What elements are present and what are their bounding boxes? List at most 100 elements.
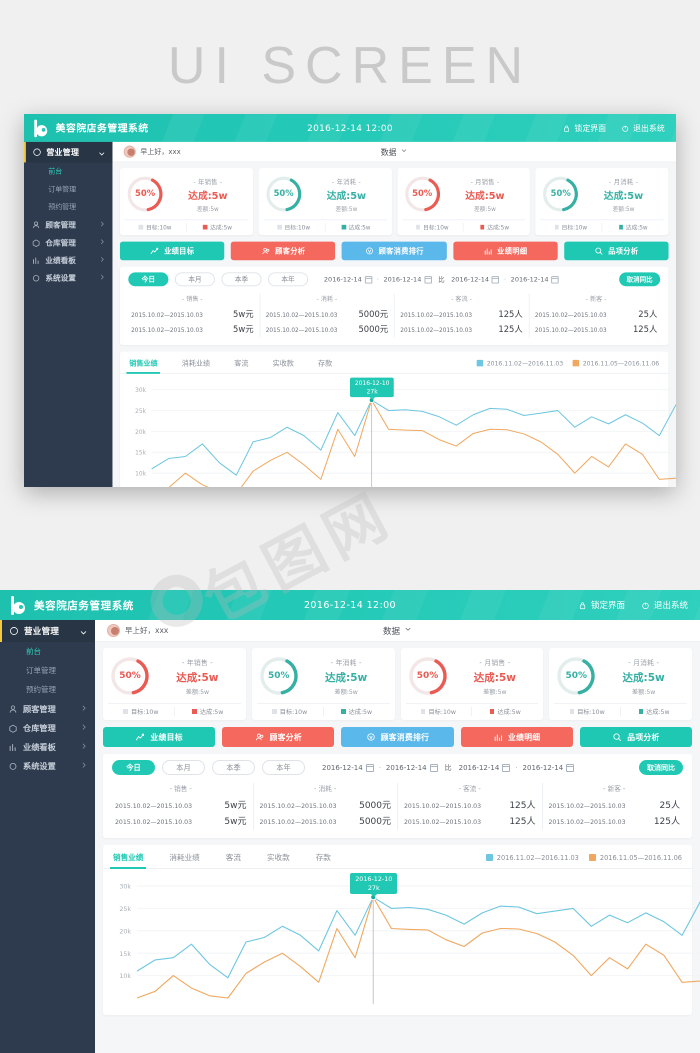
stat-column-2: - 客流 -2015.10.02—2015.10.03 125人 2015.10.0… — [393, 293, 529, 338]
stat-column-0: - 销售 -2015.10.02—2015.10.03 5w元 2015.10.02… — [126, 294, 260, 338]
stat-title: - 客流 - — [451, 295, 472, 304]
chart-icon — [7, 742, 18, 752]
action-button-0[interactable]: 业绩目标 — [119, 241, 225, 261]
chart-tab-4[interactable]: 存款 — [318, 358, 332, 373]
action-button-4[interactable]: 品项分析 — [564, 241, 669, 261]
chart-tab-2[interactable]: 客流 — [226, 852, 241, 868]
legend-item-1[interactable]: 2016.11.05—2016.11.06 — [588, 854, 682, 862]
chart-tab-3[interactable]: 实收款 — [273, 358, 294, 373]
legend-item-0[interactable]: 2016.11.02—2016.11.03 — [485, 854, 579, 862]
svg-text:20k: 20k — [135, 430, 146, 436]
stat-title: - 消耗 - — [316, 295, 338, 304]
kpi-donut-chart: 50% — [540, 174, 581, 215]
filter-pill-1[interactable]: 本月 — [174, 272, 215, 287]
legend-item-1[interactable]: 2016.11.05—2016.11.06 — [572, 359, 659, 367]
kpi-title: - 年销售 - — [181, 658, 213, 667]
stat-row: 2015.10.02—2015.10.03 125人 — [549, 814, 681, 827]
sidebar-subitem-2[interactable]: 预约管理 — [24, 198, 112, 216]
lock-screen-button[interactable]: 锁定界面 — [562, 122, 607, 134]
compass-icon — [32, 148, 41, 157]
filter-bar: 今日 本月 本季 本年 2016-12-14 · 2016-12-14 比 2016-12-14… — [120, 267, 669, 292]
filter-pill-0[interactable]: 今日 — [128, 272, 169, 287]
date-input-from-1[interactable]: 2016-12-14 — [322, 763, 374, 772]
sidebar-subitem-1[interactable]: 订单管理 — [24, 180, 112, 198]
chart-tab-3[interactable]: 实收款 — [267, 852, 290, 868]
power-icon — [621, 124, 629, 132]
sidebar-item-2[interactable]: 业绩看板 — [0, 737, 95, 756]
sidebar-item-label: 仓库管理 — [23, 722, 56, 733]
compare-label: 比 — [444, 763, 452, 772]
sidebar-item-1[interactable]: 仓库管理 — [0, 718, 95, 737]
exit-system-button[interactable]: 退出系统 — [641, 599, 688, 611]
sidebar-item-2[interactable]: 业绩看板 — [24, 251, 112, 269]
stat-row: 2015.10.02—2015.10.03 125人 — [404, 814, 536, 827]
exit-system-button[interactable]: 退出系统 — [621, 122, 665, 134]
exit-system-label: 退出系统 — [653, 601, 688, 611]
action-button-2[interactable]: 顾客消费排行 — [341, 241, 447, 261]
kpi-foot-achieve-label: 达成:5w — [487, 224, 510, 232]
stat-value: 5000元 — [359, 801, 391, 811]
action-button-label: 顾客分析 — [269, 732, 302, 742]
kpi-achieve: 达成:5w — [622, 671, 665, 684]
sidebar-item-0[interactable]: 顾客管理 — [24, 216, 112, 234]
legend-item-0[interactable]: 2016.11.02—2016.11.03 — [476, 359, 563, 367]
action-button-1[interactable]: 顾客分析 — [222, 727, 335, 747]
sidebar-item-3[interactable]: 系统设置 — [24, 269, 112, 287]
chart-tab-label: 销售业绩 — [129, 358, 158, 368]
date-input-to-1[interactable]: 2016-12-14 — [383, 275, 432, 284]
date-input-from-2[interactable]: 2016-12-14 — [459, 763, 511, 772]
date-input-to-2[interactable]: 2016-12-14 — [523, 763, 575, 772]
date-input-to-1[interactable]: 2016-12-14 — [386, 763, 438, 772]
chart-tab-0[interactable]: 销售业绩 — [109, 852, 147, 869]
cancel-compare-button[interactable]: 取消同比 — [619, 272, 661, 287]
chevron-right-icon — [80, 704, 88, 714]
chart-legend: 2016.11.02—2016.11.03 2016.11.05—2016.11.… — [476, 359, 659, 371]
chart-tab-0[interactable]: 销售业绩 — [126, 358, 161, 374]
line-chart[interactable]: 10k 15k 20k 25k 30k 2016-12-10 27k — [103, 869, 700, 1004]
chart-tab-1[interactable]: 消耗业绩 — [182, 358, 210, 373]
action-button-2[interactable]: 顾客消费排行 — [341, 727, 454, 747]
sidebar-subitem-0[interactable]: 前台 — [24, 162, 112, 180]
line-chart[interactable]: 10k 15k 20k 25k 30k 2016-12-10 27k — [120, 374, 676, 487]
stat-value: 125人 — [509, 801, 536, 811]
sidebar-item-0[interactable]: 顾客管理 — [0, 699, 95, 718]
kpi-percent: 50% — [273, 189, 294, 199]
filter-pill-3[interactable]: 本年 — [268, 272, 309, 287]
date-input-to-2[interactable]: 2016-12-14 — [511, 275, 559, 284]
filter-pill-3[interactable]: 本年 — [262, 760, 305, 775]
sidebar-group-business[interactable]: 营业管理 — [0, 620, 95, 642]
calendar-icon — [365, 763, 374, 772]
sidebar-subitem-1[interactable]: 订单管理 — [0, 661, 95, 680]
sidebar-subitem-0[interactable]: 前台 — [0, 642, 95, 661]
chart-tab-1[interactable]: 消耗业绩 — [169, 852, 199, 868]
action-button-3[interactable]: 业绩明细 — [453, 241, 558, 261]
filter-pill-2[interactable]: 本季 — [221, 272, 262, 287]
sidebar-item-3[interactable]: 系统设置 — [0, 756, 95, 775]
sidebar-subitem-2[interactable]: 预约管理 — [0, 680, 95, 699]
stat-value: 125人 — [498, 310, 523, 320]
kpi-title: - 年消耗 - — [331, 177, 361, 186]
sidebar-group-business[interactable]: 营业管理 — [24, 141, 113, 163]
data-dropdown[interactable]: 数据 — [95, 625, 700, 637]
action-button-3[interactable]: 业绩明细 — [460, 727, 573, 747]
sidebar-item-1[interactable]: 仓库管理 — [24, 233, 112, 251]
action-button-1[interactable]: 顾客分析 — [230, 241, 336, 261]
chart-tab-2[interactable]: 客流 — [234, 358, 248, 373]
filter-pill-2[interactable]: 本季 — [212, 760, 255, 775]
date-input-from-2[interactable]: 2016-12-14 — [451, 275, 500, 284]
kpi-target: 目标:10w — [108, 707, 174, 716]
data-dropdown[interactable]: 数据 — [112, 146, 675, 157]
date-input-from-1[interactable]: 2016-12-14 — [324, 275, 373, 284]
filter-pill-0[interactable]: 今日 — [112, 760, 155, 775]
action-button-4[interactable]: 品项分析 — [579, 727, 693, 747]
lock-screen-button[interactable]: 锁定界面 — [578, 599, 625, 611]
sidebar-item-label: 系统设置 — [23, 760, 56, 771]
cancel-compare-button[interactable]: 取消同比 — [639, 760, 683, 775]
lock-screen-label: 锁定界面 — [574, 124, 607, 134]
filter-bar: 今日 本月 本季 本年 2016-12-14 · 2016-12-14 比 2016-12-14… — [103, 754, 692, 781]
filter-pill-1[interactable]: 本月 — [162, 760, 205, 775]
action-button-0[interactable]: 业绩目标 — [103, 727, 216, 747]
main-content: 早上好，xxx 数据 50% - 年销售 - 达成:5w 差额:5w 目标:10w 达成:5w… — [112, 141, 676, 487]
chart-tab-4[interactable]: 存款 — [316, 852, 331, 868]
sidebar-subitem-label: 前台 — [48, 167, 63, 176]
